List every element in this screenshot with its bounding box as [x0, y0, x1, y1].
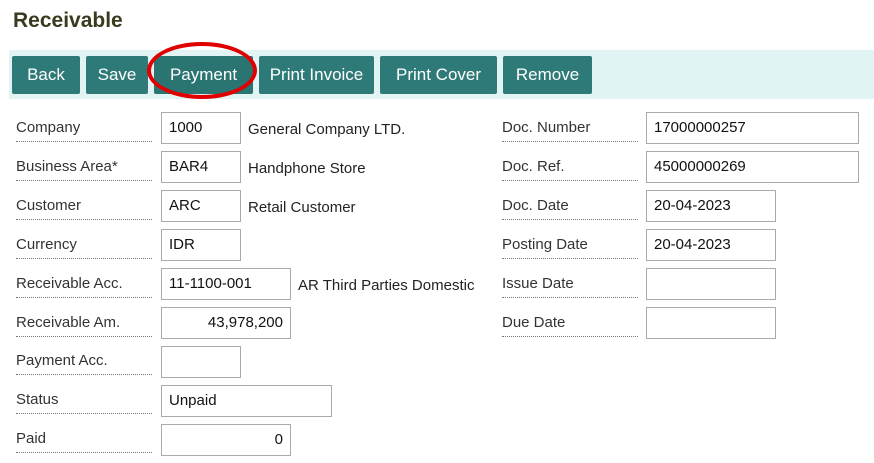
business-area-label: Business Area*: [16, 158, 152, 181]
receivable-am-label: Receivable Am.: [16, 314, 152, 337]
doc-ref-field[interactable]: 45000000269: [646, 151, 859, 183]
doc-date-label: Doc. Date: [502, 197, 638, 220]
issue-date-field[interactable]: [646, 268, 776, 300]
receivable-acc-field[interactable]: 11-1100-001: [161, 268, 291, 300]
customer-description: Retail Customer: [248, 199, 356, 216]
paid-label: Paid: [16, 430, 152, 453]
business-area-field[interactable]: BAR4: [161, 151, 241, 183]
due-date-label: Due Date: [502, 314, 638, 337]
receivable-amount-field[interactable]: 43,978,200: [161, 307, 291, 339]
payment-button[interactable]: Payment: [154, 56, 253, 94]
status-field[interactable]: Unpaid: [161, 385, 332, 417]
posting-date-field[interactable]: 20-04-2023: [646, 229, 776, 261]
paid-field[interactable]: 0: [161, 424, 291, 456]
payment-acc-field[interactable]: [161, 346, 241, 378]
currency-label: Currency: [16, 236, 152, 259]
customer-field[interactable]: ARC: [161, 190, 241, 222]
posting-date-label: Posting Date: [502, 236, 638, 259]
doc-date-field[interactable]: 20-04-2023: [646, 190, 776, 222]
page-title: Receivable: [13, 9, 123, 32]
doc-number-field[interactable]: 17000000257: [646, 112, 859, 144]
print-cover-button[interactable]: Print Cover: [380, 56, 497, 94]
status-label: Status: [16, 391, 152, 414]
receivable-acc-description: AR Third Parties Domestic: [298, 277, 475, 294]
payment-acc-label: Payment Acc.: [16, 352, 152, 375]
toolbar: Back Save Payment Print Invoice Print Co…: [9, 50, 874, 99]
print-invoice-button[interactable]: Print Invoice: [259, 56, 374, 94]
receivable-acc-label: Receivable Acc.: [16, 275, 152, 298]
company-description: General Company LTD.: [248, 121, 406, 138]
remove-button[interactable]: Remove: [503, 56, 592, 94]
save-button[interactable]: Save: [86, 56, 148, 94]
doc-ref-label: Doc. Ref.: [502, 158, 638, 181]
currency-field[interactable]: IDR: [161, 229, 241, 261]
doc-number-label: Doc. Number: [502, 119, 638, 142]
company-label: Company: [16, 119, 152, 142]
company-field[interactable]: 1000: [161, 112, 241, 144]
issue-date-label: Issue Date: [502, 275, 638, 298]
customer-label: Customer: [16, 197, 152, 220]
due-date-field[interactable]: [646, 307, 776, 339]
business-area-description: Handphone Store: [248, 160, 366, 177]
back-button[interactable]: Back: [12, 56, 80, 94]
